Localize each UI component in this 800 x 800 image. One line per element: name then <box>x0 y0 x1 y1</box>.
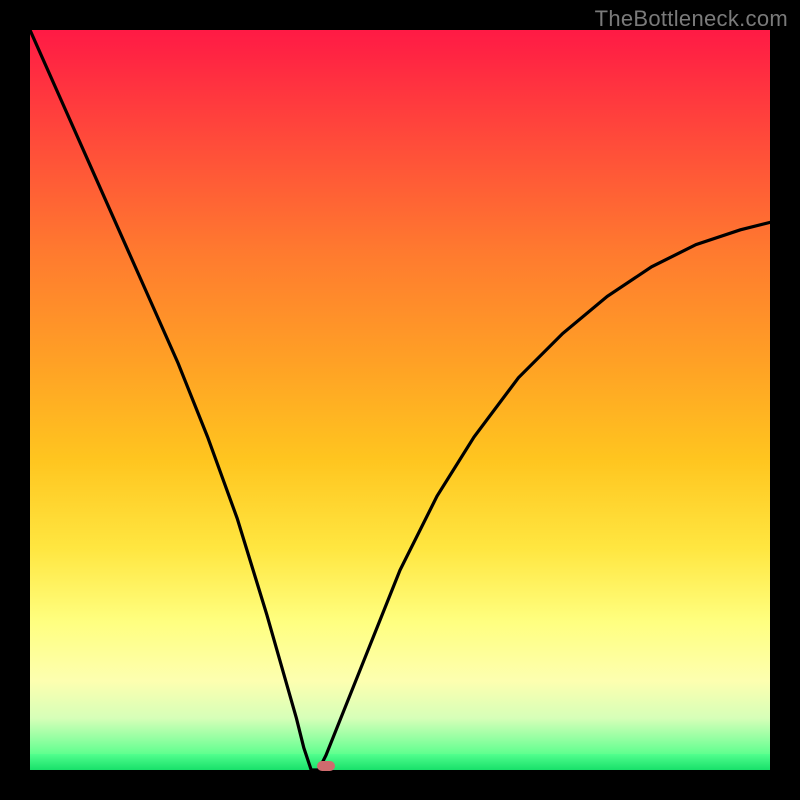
chart-frame: TheBottleneck.com <box>0 0 800 800</box>
watermark-text: TheBottleneck.com <box>595 6 788 32</box>
plot-area <box>30 30 770 770</box>
optimal-band <box>30 754 770 770</box>
bottleneck-curve <box>30 30 770 770</box>
